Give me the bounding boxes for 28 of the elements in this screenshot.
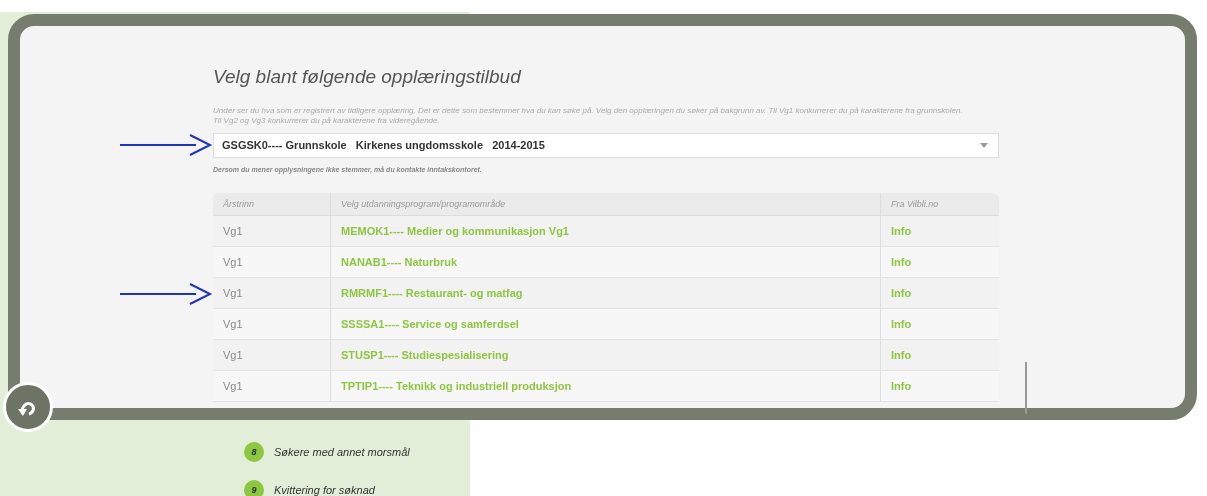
dialog-title: Velg blant følgende opplæringstilbud <box>213 66 523 88</box>
table-cell-text: Vg1 <box>222 224 244 239</box>
education-select[interactable]: GSGSK0---- Grunnskole Kirkenes ungdomsskole 2014-2015 <box>213 132 999 158</box>
info-link[interactable]: Info <box>880 247 999 277</box>
caret-icon <box>980 142 988 148</box>
table-cell-text: Vg1 <box>222 317 244 332</box>
info-link[interactable]: Info <box>880 216 999 246</box>
program-link[interactable]: STUSP1---- Studiespesialisering <box>330 340 880 370</box>
program-link[interactable]: RMRMF1---- Restaurant- og matfag <box>330 278 880 308</box>
program-link[interactable]: SSSSA1---- Service og samferdsel <box>330 309 880 339</box>
info-link[interactable]: Info <box>880 340 999 370</box>
column-header: Fra Vilbli.no <box>880 193 999 215</box>
scrollbar[interactable] <box>1025 362 1027 414</box>
column-header: Årstrinn <box>222 198 255 211</box>
step-link[interactable]: Søkere med annet morsmål <box>274 446 410 458</box>
table-cell-text: Vg1 <box>222 286 244 301</box>
table-cell-text: Vg1 <box>222 379 244 394</box>
info-link[interactable]: Info <box>880 309 999 339</box>
program-link[interactable]: TPTIP1---- Teknikk og industriell produksjon <box>330 371 880 401</box>
program-link[interactable]: NANAB1---- Naturbruk <box>330 247 880 277</box>
column-header: Velg utdanningsprogram/programområde <box>330 193 880 215</box>
description-text: Under ser du hva som er registrert av tidligere opplæring. Det er dette som bestemmer hva du kan søke på. Velg den opplæringen du søker på bakgrunn av. Til Vg1 konkurrerer du på karakterene fra grunnskolen. Til Vg2 og Vg3 konkurrerer du på karakterene fra videregående. <box>213 106 964 126</box>
program-link[interactable]: MEMOK1---- Medier og kommunikasjon Vg1 <box>330 216 880 246</box>
table-cell-text: Vg1 <box>222 255 244 270</box>
info-link[interactable]: Info <box>880 278 999 308</box>
table-cell-text: Vg1 <box>222 348 244 363</box>
step-link[interactable]: Kvittering for søknad <box>274 484 375 496</box>
info-link[interactable]: Info <box>880 371 999 401</box>
